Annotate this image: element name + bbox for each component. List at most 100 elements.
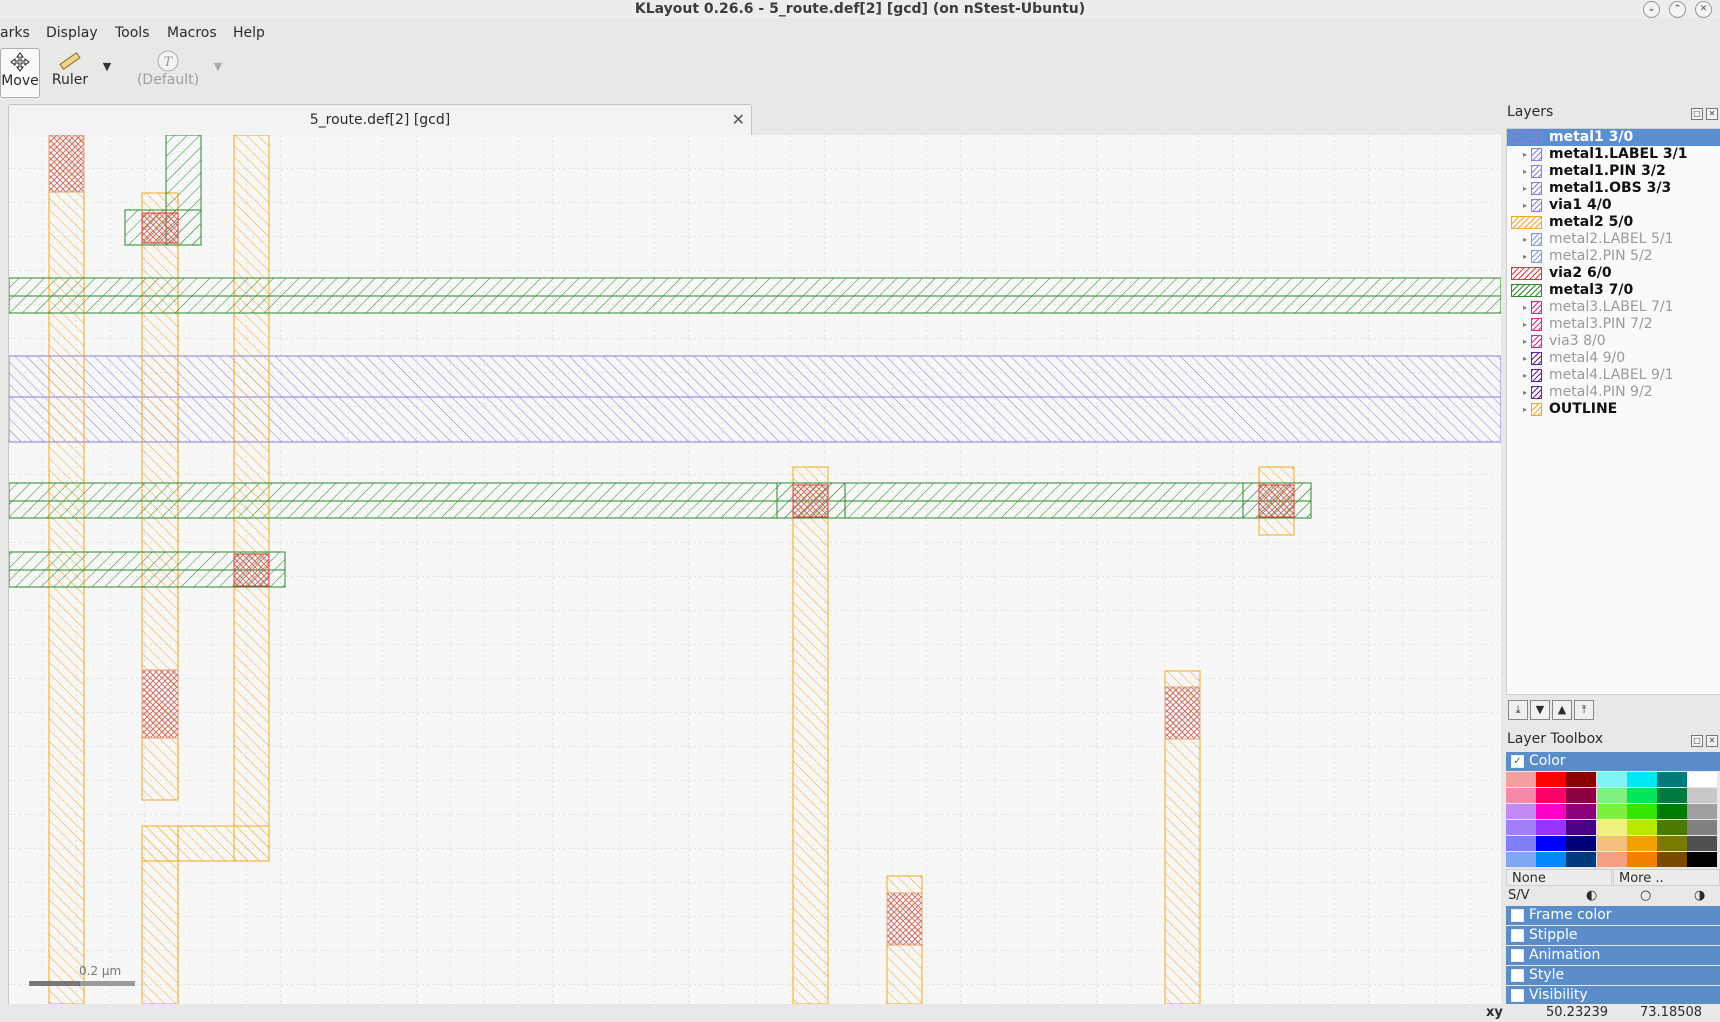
tab-document[interactable]: 5_route.def[2] [gcd] ✕: [8, 104, 752, 135]
sv-lighter-icon[interactable]: ○: [1640, 887, 1651, 904]
section-checkbox[interactable]: [1511, 909, 1524, 922]
color-swatch[interactable]: [1687, 804, 1717, 819]
section-header[interactable]: Style: [1506, 966, 1720, 985]
expand-icon[interactable]: ▸: [1523, 367, 1527, 384]
ruler-tool-button[interactable]: Ruler: [48, 48, 92, 96]
color-swatch[interactable]: [1597, 772, 1627, 787]
expand-icon[interactable]: ▸: [1523, 163, 1527, 180]
menu-macros[interactable]: Macros: [167, 25, 217, 41]
menu-help[interactable]: Help: [233, 25, 265, 41]
move-to-bottom-icon[interactable]: ⤓: [1508, 700, 1528, 720]
color-section-header[interactable]: ✓ Color: [1506, 752, 1720, 771]
color-swatch[interactable]: [1597, 788, 1627, 803]
layer-row[interactable]: ▸ via3 8/0: [1507, 333, 1720, 350]
color-swatch[interactable]: [1627, 852, 1657, 867]
color-swatch[interactable]: [1627, 772, 1657, 787]
color-swatch[interactable]: [1506, 772, 1536, 787]
section-header[interactable]: Animation: [1506, 946, 1720, 965]
color-swatch[interactable]: [1627, 820, 1657, 835]
layer-row[interactable]: ▸ OUTLINE: [1507, 401, 1720, 418]
expand-icon[interactable]: ▸: [1523, 333, 1527, 350]
text-dropdown-icon[interactable]: ▼: [211, 60, 225, 108]
sv-darker-icon[interactable]: ◐: [1586, 887, 1597, 904]
color-swatch[interactable]: [1506, 820, 1536, 835]
ruler-dropdown-icon[interactable]: ▼: [100, 60, 114, 108]
layer-row[interactable]: ▸ metal4.PIN 9/2: [1507, 384, 1720, 401]
layer-row[interactable]: ▸ metal2.LABEL 5/1: [1507, 231, 1720, 248]
layer-list[interactable]: metal1 3/0 ▸ metal1.LABEL 3/1 ▸ metal1.PIN 3…: [1506, 128, 1720, 695]
expand-icon[interactable]: ▸: [1523, 401, 1527, 418]
tab-close-icon[interactable]: ✕: [732, 105, 745, 135]
float-toolbox-icon[interactable]: □: [1691, 735, 1703, 747]
color-swatch[interactable]: [1687, 852, 1717, 867]
section-checkbox[interactable]: [1511, 929, 1524, 942]
expand-icon[interactable]: ▸: [1523, 180, 1527, 197]
color-swatch[interactable]: [1536, 836, 1566, 851]
color-swatch[interactable]: [1627, 804, 1657, 819]
layer-row[interactable]: ▸ metal1.LABEL 3/1: [1507, 146, 1720, 163]
color-swatch[interactable]: [1687, 788, 1717, 803]
layer-row[interactable]: ▸ metal1.OBS 3/3: [1507, 180, 1720, 197]
layout-canvas[interactable]: 0.2 µm: [8, 135, 1501, 1004]
minimize-icon[interactable]: ⌄: [1643, 1, 1660, 18]
section-checkbox[interactable]: [1511, 949, 1524, 962]
color-swatch[interactable]: [1687, 772, 1717, 787]
expand-icon[interactable]: ▸: [1523, 299, 1527, 316]
section-header[interactable]: Frame color: [1506, 906, 1720, 925]
layer-row[interactable]: ▸ metal2.PIN 5/2: [1507, 248, 1720, 265]
color-swatch[interactable]: [1536, 788, 1566, 803]
section-header[interactable]: Visibility: [1506, 986, 1720, 1005]
color-swatch[interactable]: [1566, 804, 1596, 819]
move-tool-button[interactable]: Move: [0, 48, 40, 98]
color-swatch[interactable]: [1566, 820, 1596, 835]
expand-icon[interactable]: ▸: [1523, 316, 1527, 333]
layout-drawing[interactable]: 0.2 µm: [9, 135, 1501, 1004]
color-swatch[interactable]: [1506, 836, 1536, 851]
layer-row[interactable]: metal2 5/0: [1507, 214, 1720, 231]
color-none-button[interactable]: None: [1506, 869, 1612, 886]
expand-icon[interactable]: ▸: [1523, 248, 1527, 265]
color-swatch[interactable]: [1597, 852, 1627, 867]
color-swatch[interactable]: [1657, 820, 1687, 835]
color-swatch[interactable]: [1506, 804, 1536, 819]
color-swatch[interactable]: [1657, 804, 1687, 819]
color-swatch[interactable]: [1627, 836, 1657, 851]
expand-icon[interactable]: ▸: [1523, 384, 1527, 401]
expand-icon[interactable]: ▸: [1523, 197, 1527, 214]
maximize-icon[interactable]: ⌃: [1669, 1, 1686, 18]
color-swatch[interactable]: [1536, 772, 1566, 787]
section-checkbox[interactable]: [1511, 989, 1524, 1002]
expand-icon[interactable]: ▸: [1523, 146, 1527, 163]
color-swatch[interactable]: [1687, 836, 1717, 851]
layer-row[interactable]: ▸ via1 4/0: [1507, 197, 1720, 214]
layer-row[interactable]: via2 6/0: [1507, 265, 1720, 282]
color-swatch[interactable]: [1687, 820, 1717, 835]
color-swatch[interactable]: [1597, 820, 1627, 835]
expand-icon[interactable]: ▸: [1523, 350, 1527, 367]
color-swatch[interactable]: [1536, 804, 1566, 819]
layer-row[interactable]: ▸ metal4 9/0: [1507, 350, 1720, 367]
color-swatch[interactable]: [1597, 836, 1627, 851]
move-up-icon[interactable]: ▲: [1552, 700, 1572, 720]
menu-bookmarks[interactable]: arks: [0, 25, 30, 41]
color-swatch[interactable]: [1506, 788, 1536, 803]
metal1-band[interactable]: [9, 355, 1501, 443]
color-swatch[interactable]: [1657, 788, 1687, 803]
section-header[interactable]: Stipple: [1506, 926, 1720, 945]
expand-icon[interactable]: ▸: [1523, 231, 1527, 248]
color-swatch[interactable]: [1657, 836, 1687, 851]
color-swatch[interactable]: [1506, 852, 1536, 867]
color-swatch[interactable]: [1566, 788, 1596, 803]
color-swatch[interactable]: [1566, 772, 1596, 787]
close-toolbox-icon[interactable]: ✕: [1706, 735, 1718, 747]
color-swatch[interactable]: [1657, 852, 1687, 867]
float-panel-icon[interactable]: □: [1691, 108, 1703, 120]
color-swatch[interactable]: [1566, 852, 1596, 867]
menu-tools[interactable]: Tools: [115, 25, 150, 41]
color-swatch[interactable]: [1657, 772, 1687, 787]
color-section-checkbox[interactable]: ✓: [1511, 755, 1524, 768]
color-more-button[interactable]: More ..: [1613, 869, 1720, 886]
layer-row[interactable]: ▸ metal1.PIN 3/2: [1507, 163, 1720, 180]
layer-row[interactable]: ▸ metal3.LABEL 7/1: [1507, 299, 1720, 316]
close-icon[interactable]: ✕: [1695, 1, 1712, 18]
